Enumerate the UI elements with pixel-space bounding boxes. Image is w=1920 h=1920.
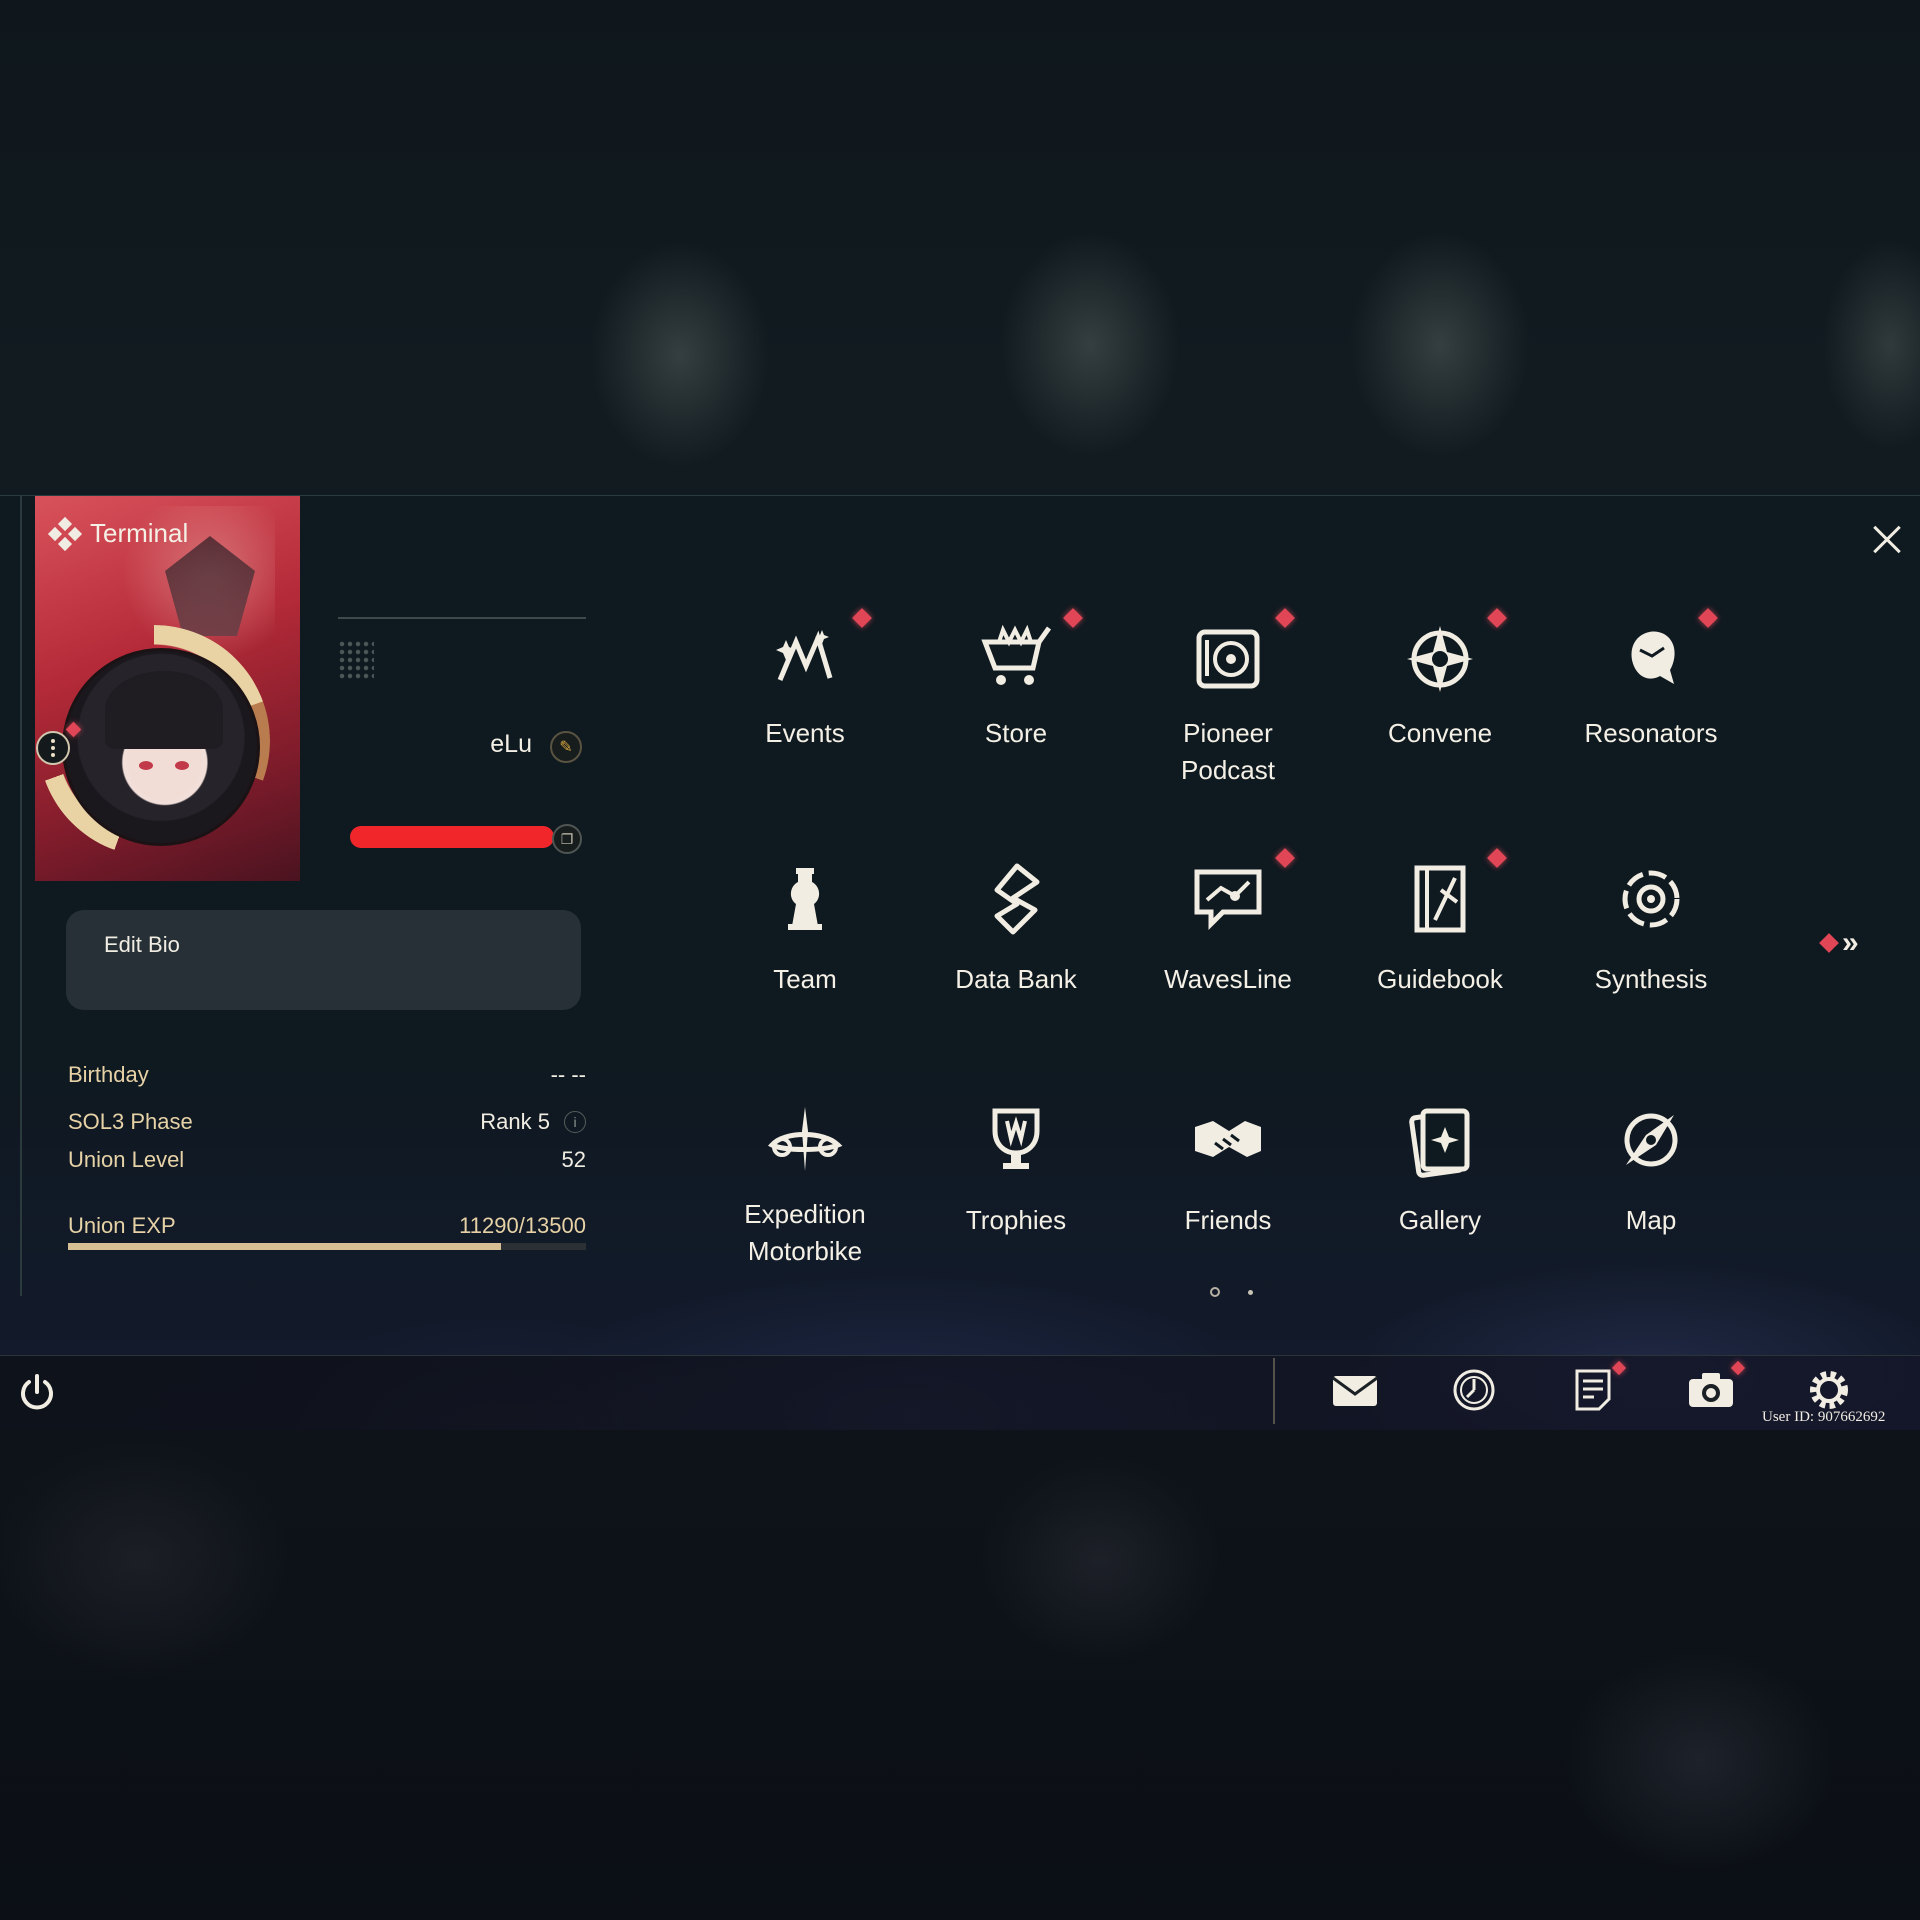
menu-item-friends[interactable]: Friends <box>1128 1098 1328 1239</box>
union-level-value: 52 <box>561 1147 586 1172</box>
notes-icon <box>1575 1369 1611 1411</box>
handshake-icon <box>1186 1098 1270 1182</box>
menu-item-guidebook[interactable]: Guidebook <box>1340 848 1540 998</box>
redacted-signature <box>350 826 554 848</box>
menu-item-label: Guidebook <box>1377 964 1503 994</box>
menu-item-wavesline[interactable]: WavesLine <box>1128 848 1328 998</box>
username: eLu <box>490 730 532 758</box>
menu-item-trophies[interactable]: Trophies <box>916 1098 1116 1239</box>
menu-item-label: Data Bank <box>955 964 1077 994</box>
divider <box>338 617 586 619</box>
trophy-icon <box>974 1098 1058 1182</box>
camera-icon <box>1689 1373 1733 1407</box>
bottom-bar <box>0 1355 1920 1430</box>
union-exp-row: Union EXP 11290/13500 <box>68 1213 586 1239</box>
blurred-background <box>0 1430 1920 1920</box>
menu-item-label: Team <box>773 964 837 994</box>
map-compass-icon <box>1609 1098 1693 1182</box>
team-chess-icon <box>763 857 847 941</box>
menu-item-events[interactable]: Events <box>705 608 905 752</box>
next-page-button[interactable]: » <box>1819 926 1859 960</box>
page-dot-active[interactable] <box>1210 1287 1220 1297</box>
settings-gear-icon <box>1810 1371 1848 1409</box>
motorbike-icon <box>763 1098 847 1182</box>
power-icon <box>21 1374 53 1410</box>
avatar[interactable] <box>62 648 260 846</box>
menu-item-label: Pioneer Podcast <box>1181 718 1275 785</box>
menu-item-team[interactable]: Team <box>705 857 905 998</box>
mail-icon <box>1332 1376 1378 1406</box>
page-title: Terminal <box>90 518 189 548</box>
menu-item-label: Friends <box>1184 1205 1272 1235</box>
menu-item-label: Events <box>765 718 845 748</box>
union-exp-label: Union EXP <box>68 1213 176 1238</box>
edit-name-button[interactable]: ✎ <box>550 731 582 763</box>
menu-item-label: Map <box>1625 1205 1677 1235</box>
menu-item-synthesis[interactable]: Synthesis <box>1551 857 1751 998</box>
next-page-notification-badge <box>1819 933 1839 953</box>
menu-item-map[interactable]: Map <box>1551 1098 1751 1239</box>
close-button[interactable] <box>1865 518 1909 562</box>
menu-item-pioneer-podcast[interactable]: Pioneer Podcast <box>1128 608 1328 789</box>
union-exp-bar-fill <box>68 1243 502 1250</box>
power-button[interactable] <box>16 1372 58 1414</box>
sol3-phase-value: Rank 5 <box>480 1109 550 1134</box>
info-icon[interactable]: i <box>564 1111 586 1133</box>
menu-item-label: WavesLine <box>1164 964 1292 994</box>
clock-button[interactable] <box>1446 1365 1502 1415</box>
bottom-divider <box>1273 1358 1275 1424</box>
menu-item-label: Synthesis <box>1594 964 1708 994</box>
menu-item-store[interactable]: Store <box>916 608 1116 752</box>
menu-item-label: Expedition Motorbike <box>744 1199 866 1266</box>
panel-edge-line <box>20 496 22 1296</box>
sol3-phase-row: SOL3 Phase Rank 5 i <box>68 1109 586 1135</box>
menu-item-label: Trophies <box>965 1205 1067 1235</box>
data-bank-icon <box>974 857 1058 941</box>
menu-item-label: Gallery <box>1398 1205 1482 1235</box>
card-options-button[interactable] <box>36 731 70 765</box>
guidebook-icon <box>1398 857 1482 941</box>
convene-compass-icon <box>1398 617 1482 701</box>
edit-bio-field[interactable]: Edit Bio <box>66 910 581 1010</box>
menu-item-resonators[interactable]: Resonators <box>1551 608 1751 752</box>
union-exp-bar <box>68 1243 586 1250</box>
birthday-row: Birthday -- -- <box>68 1062 586 1088</box>
menu-item-convene[interactable]: Convene <box>1340 608 1540 752</box>
double-chevron-right-icon: » <box>1842 926 1859 959</box>
terminal-logo-icon <box>47 516 83 551</box>
store-cart-icon <box>974 617 1058 701</box>
gallery-card-icon <box>1398 1098 1482 1182</box>
dot-grid-decoration <box>338 640 374 680</box>
clock-icon <box>1453 1369 1495 1411</box>
union-exp-value: 11290/13500 <box>459 1213 586 1238</box>
menu-item-gallery[interactable]: Gallery <box>1340 1098 1540 1239</box>
events-icon <box>763 617 847 701</box>
union-level-row: Union Level 52 <box>68 1147 586 1173</box>
header: Terminal <box>47 516 189 551</box>
camera-button[interactable] <box>1683 1365 1739 1415</box>
menu-item-label: Convene <box>1387 718 1493 748</box>
settings-button[interactable] <box>1801 1365 1857 1415</box>
union-level-label: Union Level <box>68 1147 185 1172</box>
resonators-character-icon <box>1609 617 1693 701</box>
menu-item-expedition-motorbike[interactable]: Expedition Motorbike <box>705 1098 905 1270</box>
page-dot[interactable] <box>1248 1289 1253 1295</box>
menu-item-data-bank[interactable]: Data Bank <box>916 857 1116 998</box>
menu-item-label: Store <box>984 718 1048 748</box>
sol3-phase-label: SOL3 Phase <box>68 1109 193 1134</box>
wavesline-chat-icon <box>1186 857 1270 941</box>
screen: Terminal eLu ✎ ❐ Edit Bio Birthday -- --… <box>0 0 1920 1920</box>
mail-button[interactable] <box>1327 1365 1383 1415</box>
pencil-icon: ✎ <box>559 739 573 756</box>
birthday-value: -- -- <box>550 1062 586 1087</box>
user-id: User ID: 907662692 <box>1762 1409 1886 1425</box>
copy-button[interactable]: ❐ <box>552 824 582 854</box>
birthday-label: Birthday <box>68 1062 149 1087</box>
menu-item-label: Resonators <box>1584 718 1718 748</box>
copy-icon: ❐ <box>560 830 574 847</box>
page-indicator <box>1210 1287 1253 1297</box>
podcast-record-icon <box>1186 617 1270 701</box>
notes-button[interactable] <box>1565 1365 1621 1415</box>
synthesis-icon <box>1609 857 1693 941</box>
